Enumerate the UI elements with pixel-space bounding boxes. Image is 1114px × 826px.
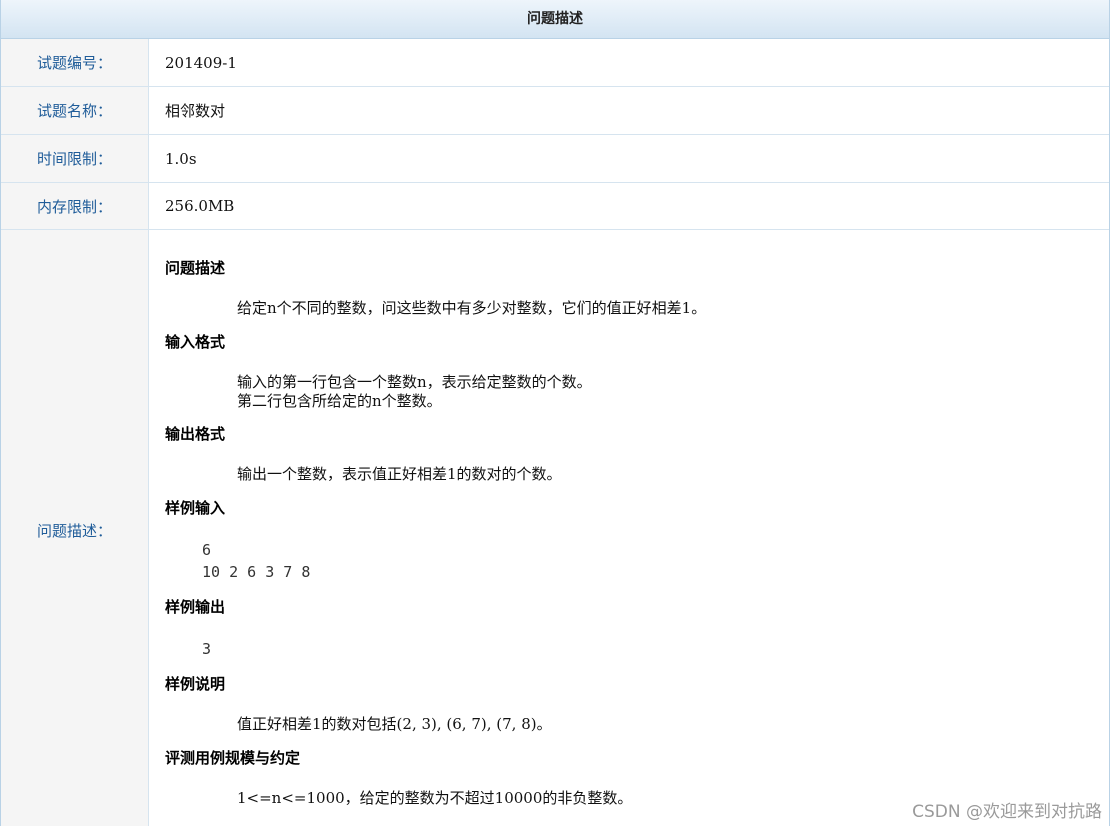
row-label: 时间限制： (1, 135, 149, 182)
section-title: 样例说明 (165, 675, 226, 693)
row-label: 试题编号： (1, 39, 149, 86)
panel-header: 问题描述 (1, 0, 1109, 39)
sample-input-line: 10 2 6 3 7 8 (202, 563, 311, 581)
row-value: 1.0s (165, 149, 197, 168)
section-title: 评测用例规模与约定 (165, 749, 301, 767)
row-label: 内存限制： (1, 183, 149, 229)
info-row-name: 试题名称： 相邻数对 (1, 87, 1109, 135)
row-label: 试题名称： (1, 87, 149, 134)
sample-output-line: 3 (202, 640, 212, 658)
row-value: 256.0MB (165, 197, 235, 215)
section-title: 样例输出 (165, 598, 226, 616)
section-text: 值正好相差1的数对包括(2, 3), (6, 7), (7, 8)。 (237, 715, 552, 733)
info-row-id: 试题编号： 201409-1 (1, 39, 1109, 87)
problem-panel: 问题描述 试题编号： 201409-1 试题名称： 相邻数对 时间限制： 1.0… (0, 0, 1110, 826)
description-row: 问题描述： 问题描述 给定n个不同的整数，问这些数中有多少对整数，它们的值正好相… (1, 230, 1109, 826)
sample-input-line: 6 (202, 541, 212, 559)
info-row-memory-limit: 内存限制： 256.0MB (1, 183, 1109, 230)
section-title: 样例输入 (165, 499, 226, 517)
section-title: 输出格式 (165, 425, 226, 443)
section-title: 问题描述 (165, 259, 226, 277)
section-title: 输入格式 (165, 333, 226, 351)
section-text: 第二行包含所给定的n个整数。 (237, 392, 442, 410)
section-text: 输出一个整数，表示值正好相差1的数对的个数。 (237, 465, 562, 483)
section-text: 输入的第一行包含一个整数n，表示给定整数的个数。 (237, 373, 592, 391)
row-value: 相邻数对 (165, 102, 226, 120)
info-row-time-limit: 时间限制： 1.0s (1, 135, 1109, 183)
row-value: 201409-1 (165, 53, 237, 72)
row-label: 问题描述： (1, 230, 149, 826)
description-content: 问题描述 给定n个不同的整数，问这些数中有多少对整数，它们的值正好相差1。 输入… (149, 230, 1109, 826)
watermark: CSDN @欢迎来到对抗路 (912, 802, 1102, 822)
section-text: 给定n个不同的整数，问这些数中有多少对整数，它们的值正好相差1。 (237, 299, 707, 317)
